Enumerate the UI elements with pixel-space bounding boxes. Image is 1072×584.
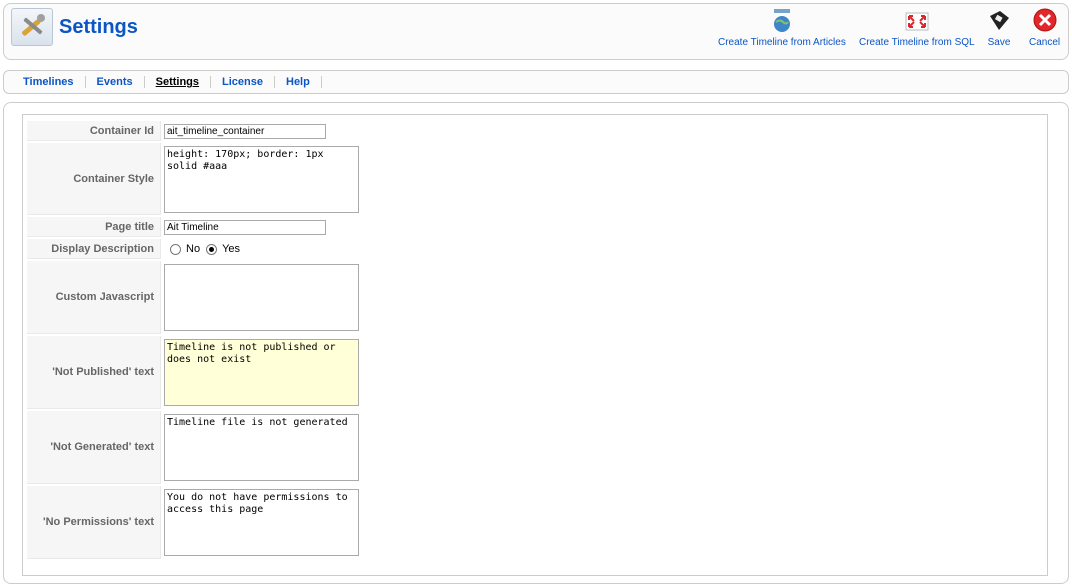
submenu-bar: Timelines Events Settings License Help — [3, 70, 1069, 94]
tab-settings[interactable]: Settings — [145, 76, 212, 88]
display-description-label: Display Description — [27, 239, 161, 259]
custom-javascript-textarea[interactable] — [164, 264, 359, 331]
expand-icon — [905, 8, 929, 34]
floppy-disk-icon — [987, 8, 1011, 34]
tab-license[interactable]: License — [211, 76, 275, 88]
tab-help[interactable]: Help — [275, 76, 322, 88]
not-generated-text-label: 'Not Generated' text — [27, 411, 161, 484]
page-title-label: Page title — [27, 217, 161, 237]
settings-tools-icon — [11, 8, 53, 46]
create-timeline-from-sql-label: Create Timeline from SQL — [859, 37, 975, 48]
create-timeline-from-sql-button[interactable]: Create Timeline from SQL — [859, 8, 975, 48]
display-description-yes-label: Yes — [222, 243, 241, 255]
save-button[interactable]: Save — [987, 8, 1011, 48]
cancel-icon — [1033, 8, 1057, 34]
container-id-label: Container Id — [27, 121, 161, 141]
custom-javascript-label: Custom Javascript — [27, 261, 161, 334]
save-label: Save — [987, 37, 1011, 48]
globe-icon — [770, 8, 794, 34]
display-description-no-radio[interactable] — [170, 243, 181, 255]
display-description-yes-radio[interactable] — [206, 243, 218, 255]
container-id-input[interactable] — [164, 123, 326, 139]
tab-timelines[interactable]: Timelines — [4, 76, 86, 88]
tab-events[interactable]: Events — [86, 76, 145, 88]
no-permissions-textarea[interactable]: You do not have permissions to access th… — [164, 489, 359, 556]
settings-form: Container Id Container Style height: 170… — [27, 119, 359, 561]
not-generated-textarea[interactable]: Timeline file is not generated — [164, 414, 359, 481]
display-description-no-label: No — [186, 243, 201, 255]
container-style-label: Container Style — [27, 143, 161, 215]
cancel-button[interactable]: Cancel — [1029, 8, 1060, 48]
page-title-input[interactable] — [164, 219, 326, 235]
not-published-text-label: 'Not Published' text — [27, 336, 161, 409]
not-published-textarea[interactable]: Timeline is not published or does not ex… — [164, 339, 359, 406]
cancel-label: Cancel — [1029, 37, 1061, 48]
display-description-radios: No Yes — [164, 243, 359, 255]
create-timeline-from-articles-label: Create Timeline from Articles — [718, 37, 846, 48]
create-timeline-from-articles-button[interactable]: Create Timeline from Articles — [718, 8, 846, 48]
container-style-textarea[interactable]: height: 170px; border: 1px solid #aaa — [164, 145, 359, 213]
page-title: Settings — [59, 16, 138, 38]
no-permissions-text-label: 'No Permissions' text — [27, 486, 161, 559]
